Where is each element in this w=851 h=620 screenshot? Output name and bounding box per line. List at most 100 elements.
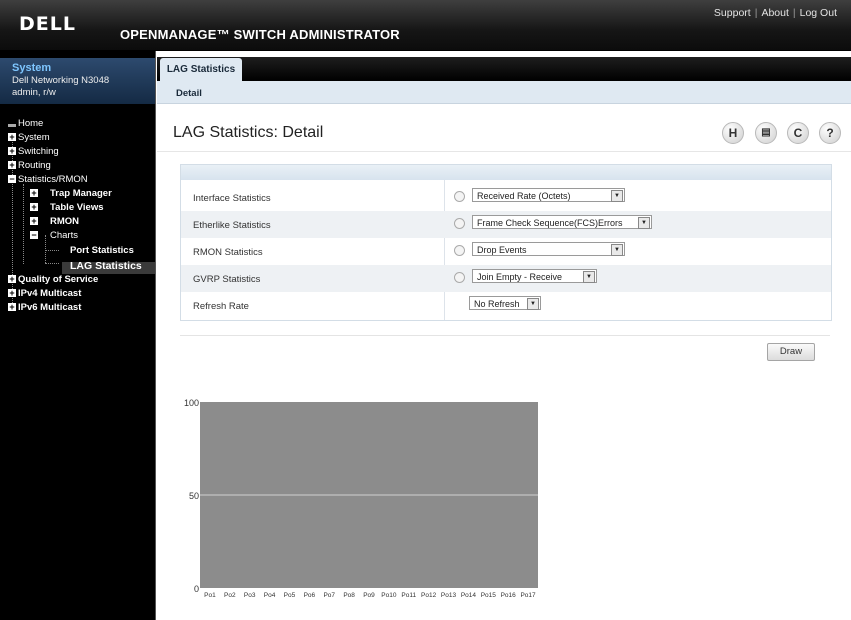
form-row-label: RMON Statistics [193,247,263,258]
expand-plus-icon[interactable]: + [8,303,16,312]
form-row-interface: Interface Statistics Received Rate (Octe… [181,184,831,211]
collapse-minus-icon[interactable]: − [30,231,38,240]
select-value: Join Empty - Receive [477,272,563,282]
refresh-icon[interactable]: C [787,122,809,144]
x-tick-label: Po7 [323,592,335,599]
y-tick-label: 100 [184,398,199,408]
logout-link[interactable]: Log Out [800,7,837,19]
sidebar-item-quality-of-service[interactable]: Quality of Service [18,274,98,285]
etherlike-radio[interactable] [454,218,465,229]
x-tick-label: Po12 [421,592,437,599]
tab-lag-statistics[interactable]: LAG Statistics [160,58,242,81]
help-manual-icon[interactable]: H [722,122,744,144]
select-value: Received Rate (Octets) [477,191,571,201]
home-icon [8,124,16,127]
sidebar-item-table-views[interactable]: Table Views [50,202,104,213]
chevron-down-icon: ▼ [611,190,623,202]
tab-bar [157,57,851,81]
form-row-refresh: Refresh Rate No Refresh ▼ [181,292,831,319]
statistics-form: Interface Statistics Received Rate (Octe… [180,164,832,321]
subtab-detail[interactable]: Detail [176,88,202,99]
top-links: Support | About | Log Out [714,7,837,19]
x-tick-label: Po6 [304,592,316,599]
form-header [181,165,831,180]
sidebar-item-rmon[interactable]: RMON [50,216,79,227]
x-tick-label: Po8 [343,592,355,599]
system-info-box: System Dell Networking N3048 admin, r/w [0,58,155,104]
subtab-bar [157,81,851,104]
system-title[interactable]: System [12,62,51,74]
x-tick-label: Po1 [204,592,216,599]
support-link[interactable]: Support [714,7,751,19]
x-tick-label: Po2 [224,592,236,599]
form-row-rmon: RMON Statistics Drop Events ▼ [181,238,831,265]
x-tick-label: Po17 [520,592,536,599]
help-icon[interactable]: ? [819,122,841,144]
form-row-etherlike: Etherlike Statistics Frame Check Sequenc… [181,211,831,238]
x-tick-label: Po14 [461,592,477,599]
system-model: Dell Networking N3048 [12,75,110,86]
sidebar-item-system[interactable]: System [18,132,50,143]
etherlike-select[interactable]: Frame Check Sequence(FCS)Errors ▼ [472,215,652,229]
sidebar-item-home[interactable]: Home [18,118,43,129]
title-divider [157,151,851,152]
collapse-minus-icon[interactable]: − [8,175,16,184]
tree-line [23,184,24,264]
refresh-rate-select[interactable]: No Refresh ▼ [469,296,541,310]
x-tick-label: Po5 [284,592,296,599]
interface-radio[interactable] [454,191,465,202]
interface-select[interactable]: Received Rate (Octets) ▼ [472,188,625,202]
expand-plus-icon[interactable]: + [8,289,16,298]
form-row-label: Interface Statistics [193,193,271,204]
sidebar-item-trap-manager[interactable]: Trap Manager [50,188,112,199]
sidebar-item-port-statistics[interactable]: Port Statistics [70,245,134,256]
expand-plus-icon[interactable]: + [30,217,38,226]
sidebar-item-ipv4-multicast[interactable]: IPv4 Multicast [18,288,81,299]
print-icon[interactable]: ▤ [755,122,777,144]
gvrp-select[interactable]: Join Empty - Receive ▼ [472,269,597,283]
sidebar-item-charts[interactable]: Charts [50,230,78,241]
page-title: LAG Statistics: Detail [173,124,324,141]
x-tick-label: Po16 [501,592,517,599]
expand-plus-icon[interactable]: + [8,275,16,284]
form-row-label: Etherlike Statistics [193,220,271,231]
dell-logo: DELL [19,13,76,35]
chevron-down-icon: ▼ [638,217,650,229]
lag-statistics-chart: 0 50 100 Po1 Po2 Po3 Po4 Po5 Po6 Po7 Po8 Po9 Po10 Po1… [184,398,538,599]
chevron-down-icon: ▼ [527,298,539,310]
form-row-label: GVRP Statistics [193,274,261,285]
chevron-down-icon: ▼ [611,244,623,256]
rmon-select[interactable]: Drop Events ▼ [472,242,625,256]
select-value: Drop Events [477,245,527,255]
expand-plus-icon[interactable]: + [30,203,38,212]
sidebar: System Dell Networking N3048 admin, r/w … [0,51,156,620]
x-tick-label: Po9 [363,592,375,599]
about-link[interactable]: About [761,7,788,19]
select-value: Frame Check Sequence(FCS)Errors [477,218,623,228]
form-row-gvrp: GVRP Statistics Join Empty - Receive ▼ [181,265,831,292]
tree-line [45,250,59,251]
sidebar-item-lag-statistics[interactable]: LAG Statistics [70,260,142,272]
system-user: admin, r/w [12,87,56,98]
x-tick-label: Po4 [264,592,276,599]
x-tick-label: Po15 [481,592,497,599]
sidebar-item-routing[interactable]: Routing [18,160,51,171]
tree-line [45,263,59,264]
x-tick-label: Po10 [381,592,397,599]
rmon-radio[interactable] [454,245,465,256]
expand-plus-icon[interactable]: + [30,189,38,198]
expand-plus-icon[interactable]: + [8,161,16,170]
draw-button[interactable]: Draw [767,343,815,361]
tree-line [45,235,46,263]
x-tick-label: Po3 [244,592,256,599]
x-tick-label: Po13 [441,592,457,599]
gvrp-radio[interactable] [454,272,465,283]
expand-plus-icon[interactable]: + [8,133,16,142]
sidebar-item-switching[interactable]: Switching [18,146,59,157]
sidebar-item-ipv6-multicast[interactable]: IPv6 Multicast [18,302,81,313]
sidebar-item-statistics-rmon[interactable]: Statistics/RMON [18,174,88,185]
header-bar: DELL OPENMANAGE™ SWITCH ADMINISTRATOR Su… [0,0,851,51]
y-tick-label: 50 [189,491,199,501]
expand-plus-icon[interactable]: + [8,147,16,156]
section-divider [180,335,830,336]
